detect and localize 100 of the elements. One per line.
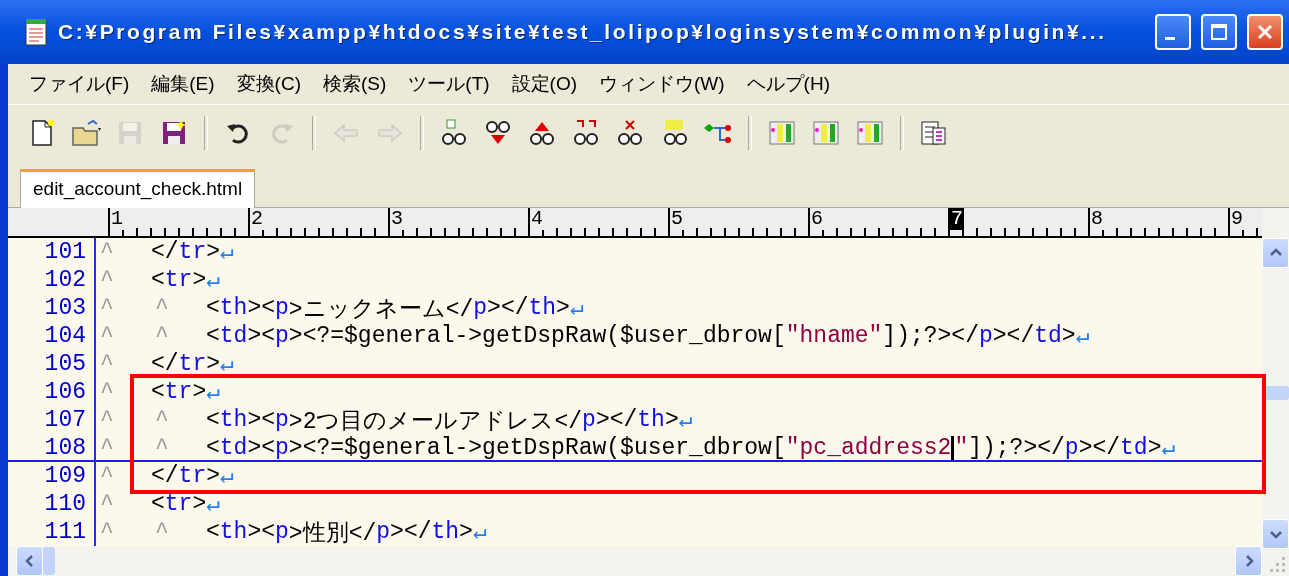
- string-literal: "hname": [785, 323, 883, 349]
- scrollbar-thumb[interactable]: [43, 547, 55, 575]
- line-end-mark: ↵: [569, 295, 584, 322]
- line-end-mark: ↵: [220, 463, 234, 490]
- code-text: ]);?></: [968, 435, 1065, 461]
- menu-item[interactable]: 編集(E): [140, 67, 226, 101]
- notepad-icon: [24, 18, 48, 46]
- close-icon: [1256, 23, 1274, 41]
- tab-mark: ^: [99, 519, 115, 545]
- tag-name: tr: [164, 379, 193, 405]
- code-text: <: [151, 267, 165, 293]
- code-text: ><: [247, 295, 276, 321]
- menu-item[interactable]: 変換(C): [225, 67, 312, 101]
- macro-icon: [767, 118, 797, 148]
- line-end-mark: ↵: [206, 491, 221, 518]
- tab-mark: ^: [154, 407, 170, 433]
- line-end-mark: ↵: [1075, 323, 1090, 350]
- tag-name: td: [219, 435, 248, 461]
- line-end-mark: ↵: [220, 239, 234, 266]
- minimize-button[interactable]: [1155, 14, 1191, 50]
- tag-name: p: [275, 295, 289, 321]
- tab-mark: ^: [154, 323, 170, 349]
- code-text: >: [206, 239, 221, 265]
- ruler-number: 4: [530, 208, 544, 230]
- ruler-number: 8: [1090, 208, 1104, 230]
- tag-name: td: [1120, 435, 1148, 461]
- menu-item[interactable]: ファイル(F): [18, 67, 141, 101]
- code-text: <: [151, 379, 165, 405]
- code-text: >ニックネーム</: [288, 295, 474, 324]
- code-text: >性別</: [288, 519, 377, 548]
- code-text: <: [151, 491, 165, 517]
- code-text: >: [1061, 323, 1076, 349]
- line-end-mark: ↵: [472, 519, 487, 546]
- scroll-up-button[interactable]: [1262, 238, 1289, 268]
- ruler-number: 1: [110, 208, 124, 230]
- menu-item[interactable]: 検索(S): [312, 67, 398, 101]
- code-text: ><?=$general->getDspRaw($user_dbrow[: [288, 435, 786, 461]
- tab-mark: ^: [154, 435, 170, 461]
- code-text: ><: [247, 323, 276, 349]
- menu-item[interactable]: 設定(O): [500, 67, 588, 101]
- tag-name: tr: [178, 463, 207, 489]
- code-text: >: [1147, 435, 1162, 461]
- tag-name: p: [473, 295, 488, 321]
- tag-name: th: [219, 519, 248, 545]
- macro-icon: [811, 118, 841, 148]
- tag-name: th: [219, 295, 248, 321]
- tag-name: p: [275, 407, 289, 433]
- code-text: <: [206, 519, 220, 545]
- tag-name: p: [275, 323, 289, 349]
- tab-mark: ^: [99, 323, 115, 349]
- tag-name: tr: [178, 351, 207, 377]
- tag-name: p: [275, 519, 289, 545]
- tab-mark: ^: [99, 407, 115, 433]
- tab-mark: ^: [99, 295, 115, 321]
- ruler-number: 2: [250, 208, 264, 230]
- menu-item[interactable]: ウィンドウ(W): [588, 67, 736, 101]
- tag-name: th: [528, 295, 557, 321]
- menu-item[interactable]: ツール(T): [397, 67, 501, 101]
- window-title: C:¥Program Files¥xampp¥htdocs¥site¥test_lolipop¥loginsystem¥common¥plugin¥...: [58, 20, 1108, 44]
- code-text: >: [192, 267, 207, 293]
- tag-name: td: [219, 323, 248, 349]
- ruler-number: 7: [950, 208, 964, 230]
- macro-icon: [855, 118, 885, 148]
- tag-name: p: [275, 435, 289, 461]
- scroll-down-button[interactable]: [1262, 519, 1289, 549]
- eyes-icon: [439, 118, 469, 148]
- code-text: >: [459, 519, 473, 545]
- text-caret: [951, 436, 955, 460]
- code-text: ></: [1078, 435, 1121, 461]
- code-text: >: [556, 295, 570, 321]
- eyes-icon: [571, 118, 601, 148]
- string-literal: ": [954, 435, 969, 461]
- code-text: </: [151, 351, 179, 377]
- scroll-left-button[interactable]: [16, 546, 43, 576]
- document-list-icon: [919, 118, 949, 148]
- scroll-right-button[interactable]: [1235, 546, 1262, 576]
- minimize-icon: [1165, 36, 1175, 40]
- tab-mark: ^: [99, 379, 115, 405]
- ruler-number: 5: [670, 208, 684, 230]
- tab-mark: ^: [99, 351, 115, 377]
- code-text: <: [206, 295, 220, 321]
- tag-name: th: [431, 519, 460, 545]
- line-end-mark: ↵: [1161, 435, 1176, 462]
- code-text: ></: [487, 295, 529, 321]
- code-text: </: [151, 463, 179, 489]
- folder-icon: [71, 118, 101, 148]
- tag-name: tr: [164, 267, 193, 293]
- file-tab[interactable]: edit_account_check.html: [20, 169, 256, 208]
- menu-item[interactable]: ヘルプ(H): [735, 67, 841, 101]
- code-text: ]);?></: [882, 323, 979, 349]
- tab-mark: ^: [99, 435, 115, 461]
- code-text: ><?=$general->getDspRaw($user_dbrow[: [288, 323, 786, 349]
- maximize-button[interactable]: [1201, 14, 1237, 50]
- tab-mark: ^: [154, 519, 170, 545]
- code-text: ><: [247, 519, 276, 545]
- tag-name: td: [1034, 323, 1062, 349]
- tag-name: p: [1064, 435, 1079, 461]
- code-text: ></: [992, 323, 1035, 349]
- tag-name: p: [979, 323, 993, 349]
- close-button[interactable]: [1247, 14, 1283, 50]
